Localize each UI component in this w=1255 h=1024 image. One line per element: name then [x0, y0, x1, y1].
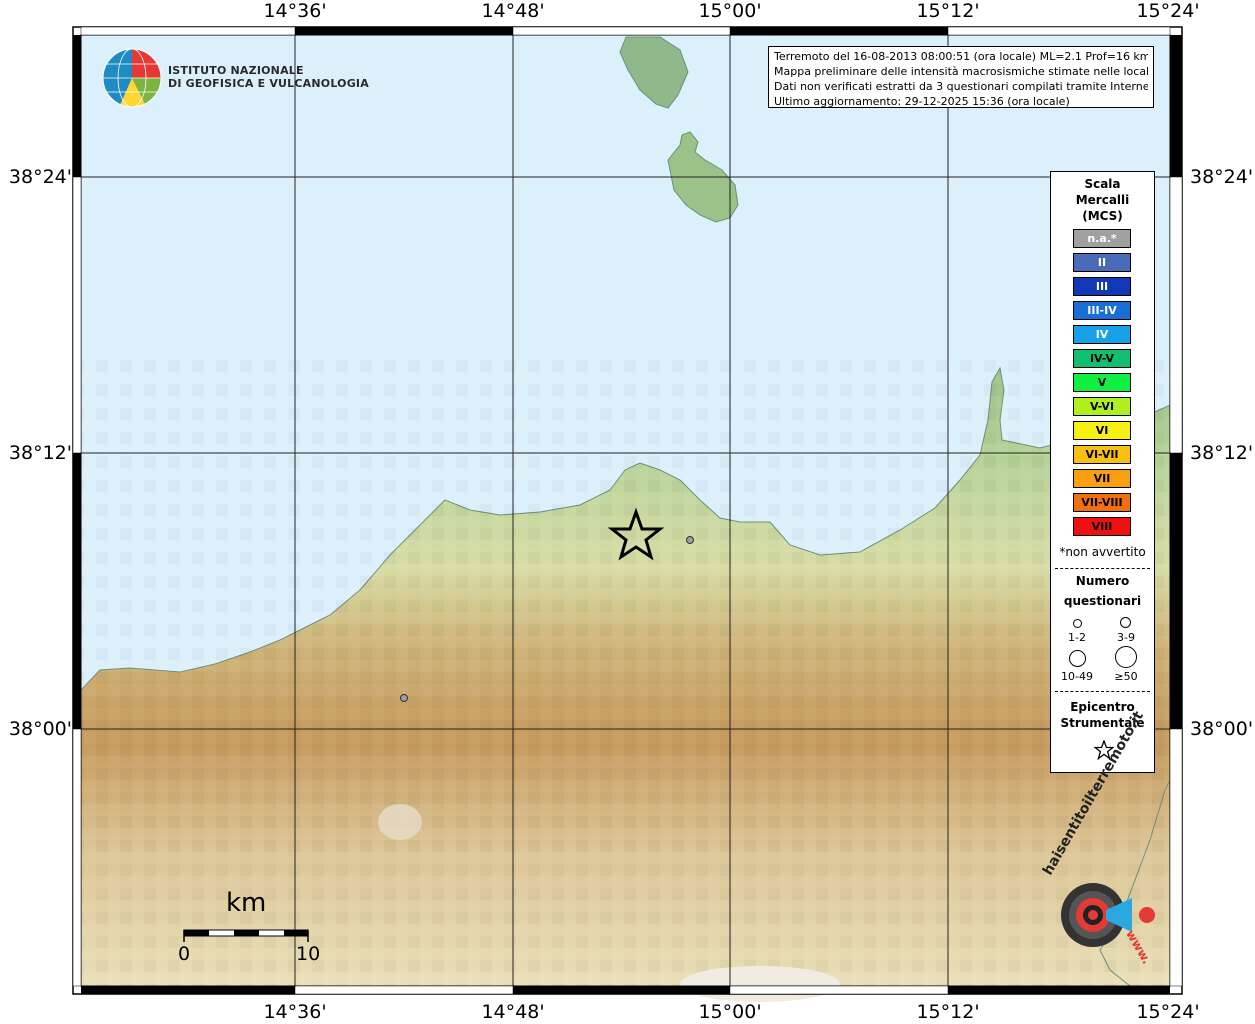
q-label-1: 1-2	[1068, 631, 1086, 644]
tick-right-0: 38°24'	[1190, 166, 1254, 188]
mcs-swatch: VII	[1073, 469, 1131, 488]
mcs-swatch: III	[1073, 277, 1131, 296]
tick-right-2: 38°00'	[1190, 718, 1254, 740]
mcs-swatch: VI-VII	[1073, 445, 1131, 464]
mountain-summit	[680, 966, 840, 1002]
tick-top-2: 15°00'	[698, 0, 762, 22]
mcs-swatch: VII-VIII	[1073, 493, 1131, 512]
q-label-3: 10-49	[1061, 670, 1093, 683]
tick-bottom-4: 15°24'	[1136, 1001, 1200, 1023]
q-circle-xlarge	[1115, 646, 1137, 668]
legend-divider-2	[1055, 691, 1150, 692]
mountain-peak	[378, 804, 422, 840]
q-circle-small	[1073, 619, 1082, 628]
scale-unit: km	[226, 888, 267, 918]
tick-left-1: 38°12'	[8, 442, 72, 464]
q-circle-medium	[1120, 617, 1131, 628]
legend-title: Scala Mercalli (MCS)	[1051, 176, 1154, 224]
logo-line-1: ISTITUTO NAZIONALE	[168, 64, 304, 77]
legend-note: *non avvertito	[1059, 545, 1146, 559]
ingv-globe-icon	[102, 48, 162, 108]
questionnaire-point[interactable]	[400, 694, 408, 702]
mcs-swatch: IV	[1073, 325, 1131, 344]
info-line-1: Terremoto del 16-08-2013 08:00:51 (ora l…	[774, 50, 1148, 63]
ingv-logo-text: ISTITUTO NAZIONALE DI GEOFISICA E VULCAN…	[168, 64, 369, 90]
tick-right-1: 38°12'	[1190, 442, 1254, 464]
legend-title-3: (MCS)	[1082, 209, 1123, 223]
scale-min: 0	[178, 943, 191, 965]
tick-bottom-1: 14°48'	[481, 1001, 545, 1023]
legend-numero: Numero questionari	[1051, 571, 1154, 611]
questionnaire-point[interactable]	[686, 536, 694, 544]
q-label-2: 3-9	[1117, 631, 1135, 644]
tick-left-0: 38°24'	[8, 166, 72, 188]
tick-left-2: 38°00'	[8, 718, 72, 740]
mcs-swatch: VIII	[1073, 517, 1131, 536]
tick-top-4: 15°24'	[1136, 0, 1200, 22]
tick-bottom-0: 14°36'	[263, 1001, 327, 1023]
tick-bottom-3: 15°12'	[916, 1001, 980, 1023]
info-line-2: Mappa preliminare delle intensità macros…	[774, 65, 1148, 78]
event-info-box: Terremoto del 16-08-2013 08:00:51 (ora l…	[768, 46, 1154, 108]
mcs-swatch: V	[1073, 373, 1131, 392]
q-label-4: ≥50	[1114, 670, 1138, 683]
mcs-swatch: III-IV	[1073, 301, 1131, 320]
q-circle-large	[1069, 650, 1086, 667]
info-line-4: Ultimo aggiornamento: 29-12-2025 15:36 (…	[774, 95, 1070, 108]
mcs-swatch: II	[1073, 253, 1131, 272]
numero-line-1: Numero	[1075, 574, 1130, 588]
legend-title-1: Scala	[1084, 177, 1121, 191]
logo-line-2: DI GEOFISICA E VULCANOLOGIA	[168, 77, 369, 90]
tick-bottom-2: 15°00'	[698, 1001, 762, 1023]
scale-max: 10	[296, 943, 321, 965]
legend-title-2: Mercalli	[1075, 193, 1130, 207]
numero-line-2: questionari	[1063, 594, 1142, 608]
mcs-swatch: IV-V	[1073, 349, 1131, 368]
tick-top-3: 15°12'	[916, 0, 980, 22]
tick-top-0: 14°36'	[263, 0, 327, 22]
mcs-swatch: n.a.*	[1073, 229, 1131, 248]
mcs-swatch: V-VI	[1073, 397, 1131, 416]
tick-top-1: 14°48'	[481, 0, 545, 22]
mcs-swatch: VI	[1073, 421, 1131, 440]
mcs-legend: Scala Mercalli (MCS) n.a.* II III III-IV IV I…	[1050, 171, 1155, 773]
legend-divider	[1055, 568, 1150, 569]
info-line-3: Dati non verificati estratti da 3 questi…	[774, 80, 1148, 93]
